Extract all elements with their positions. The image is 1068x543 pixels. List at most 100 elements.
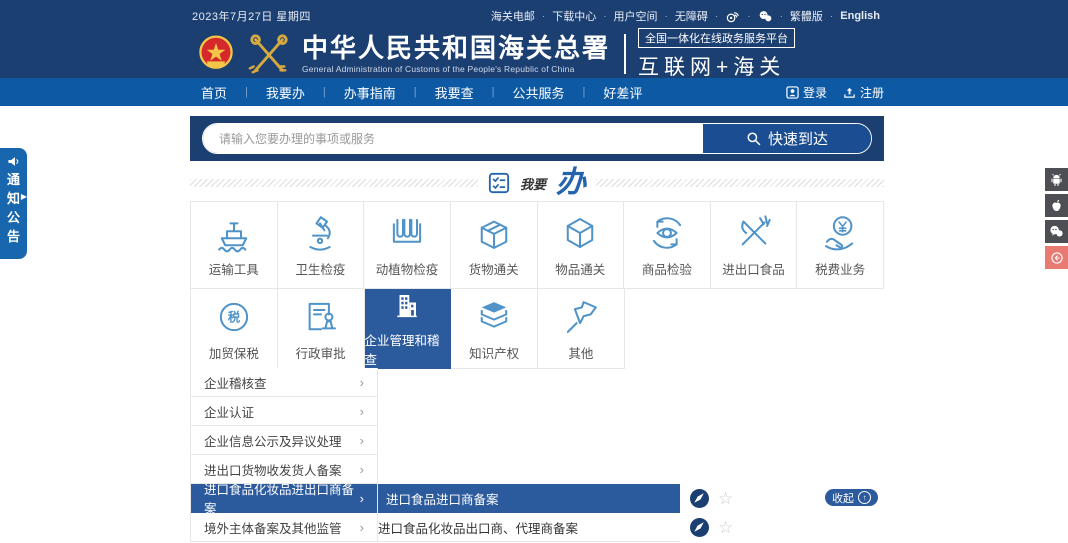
utensils-icon bbox=[740, 215, 771, 246]
quick-search-button[interactable]: 快速到达 bbox=[703, 124, 871, 153]
wechat-icon[interactable] bbox=[758, 9, 773, 24]
collapse-up-icon: ↑ bbox=[858, 491, 871, 504]
building-icon bbox=[397, 295, 418, 318]
title-divider bbox=[624, 34, 627, 74]
submenu-enterprise-info-disclosure[interactable]: 企业信息公示及异议处理 › bbox=[191, 426, 377, 455]
nav-i-want-to-apply[interactable]: 我要办 bbox=[262, 83, 309, 102]
notice-announcement-tab[interactable]: 通知公告 ▶ bbox=[0, 148, 27, 259]
apple-icon bbox=[1052, 199, 1061, 211]
back-icon bbox=[1050, 251, 1063, 264]
inspection-eye-icon bbox=[652, 217, 682, 249]
service-row: 进口食品进口商备案 ☆ bbox=[378, 484, 884, 513]
chevron-right-icon: › bbox=[359, 432, 364, 448]
pin-icon bbox=[566, 300, 597, 333]
test-tubes-icon bbox=[392, 218, 422, 243]
category-processing-trade[interactable]: 税 加贸保税 bbox=[190, 289, 278, 369]
section-heading: 我要 办 bbox=[190, 166, 885, 199]
main-nav: 首页 | 我要办 | 办事指南 | 我要查 | 公共服务 | 好差评 登录 注册 bbox=[0, 78, 1068, 106]
hatch-line-left bbox=[190, 179, 478, 187]
submenu-overseas-entity-filing[interactable]: 境外主体备案及其他监管 › bbox=[191, 513, 377, 542]
section-title-main: 办 bbox=[556, 166, 587, 199]
nav-home[interactable]: 首页 bbox=[197, 83, 231, 102]
brand-row: 中华人民共和国海关总署 General Administration of Cu… bbox=[0, 27, 1068, 81]
category-commodity-inspection[interactable]: 商品检验 bbox=[624, 201, 711, 289]
collapse-sidebar-button[interactable] bbox=[1045, 246, 1068, 269]
search-pill: 快速到达 bbox=[202, 123, 872, 154]
section-title-prefix: 我要 bbox=[520, 176, 547, 192]
approval-doc-icon bbox=[308, 302, 336, 330]
category-cargo-clearance[interactable]: 货物通关 bbox=[450, 201, 538, 289]
category-articles-clearance[interactable]: 物品通关 bbox=[537, 201, 625, 289]
nav-rating[interactable]: 好差评 bbox=[599, 83, 646, 102]
category-import-export-food[interactable]: 进出口食品 bbox=[710, 201, 798, 289]
link-accessibility[interactable]: 无障碍 bbox=[675, 8, 708, 24]
chevron-right-icon: › bbox=[359, 461, 364, 477]
search-icon bbox=[747, 132, 761, 146]
submenu-food-cosmetics-trader-filing[interactable]: 进口食品化妆品进出口商备案 › bbox=[191, 483, 377, 516]
category-animal-plant-quarantine[interactable]: 动植物检疫 bbox=[364, 201, 451, 289]
customs-portal-page: 2023年7月27日 星期四 海关电邮 · 下载中心 · 用户空间 · 无障碍 · · … bbox=[0, 0, 1068, 543]
register-icon bbox=[844, 87, 855, 98]
android-icon bbox=[1051, 173, 1062, 186]
enterprise-submenu: 企业稽核查 › 企业认证 › 企业信息公示及异议处理 › 进出口货物收发货人备案 › 进… bbox=[190, 368, 378, 542]
tax-hand-icon bbox=[825, 216, 854, 251]
star-icon[interactable]: ☆ bbox=[718, 519, 733, 536]
link-customs-email[interactable]: 海关电邮 bbox=[491, 8, 535, 24]
compass-icon[interactable] bbox=[690, 518, 709, 537]
wechat-public-button[interactable] bbox=[1045, 220, 1068, 243]
submenu-enterprise-certification[interactable]: 企业认证 › bbox=[191, 397, 377, 426]
category-transport[interactable]: 运输工具 bbox=[190, 201, 278, 289]
category-health-quarantine[interactable]: 卫生检疫 bbox=[277, 201, 365, 289]
category-other[interactable]: 其他 bbox=[538, 289, 625, 369]
chevron-right-icon: › bbox=[359, 403, 364, 419]
hatch-line-right bbox=[596, 179, 885, 187]
category-intellectual-property[interactable]: 知识产权 bbox=[451, 289, 538, 369]
utility-bar: 2023年7月27日 星期四 海关电邮 · 下载中心 · 用户空间 · 无障碍 · · … bbox=[192, 8, 880, 24]
checklist-icon bbox=[488, 172, 510, 194]
category-grid: 运输工具 卫生检疫 动植物检疫 货物通关 物品通关 商品检验 进出口食品 税费业… bbox=[190, 201, 884, 369]
android-app-button[interactable] bbox=[1045, 168, 1068, 191]
speaker-icon bbox=[8, 157, 19, 166]
submenu-enterprise-audit[interactable]: 企业稽核查 › bbox=[191, 368, 377, 397]
login-button[interactable]: 登录 bbox=[786, 84, 827, 101]
collapse-button[interactable]: 收起 ↑ bbox=[825, 489, 878, 506]
login-icon bbox=[786, 85, 799, 99]
nav-service-guide[interactable]: 办事指南 bbox=[340, 83, 400, 102]
link-english[interactable]: English bbox=[840, 10, 880, 22]
svg-text:税: 税 bbox=[228, 309, 241, 324]
site-title-cn: 中华人民共和国海关总署 bbox=[302, 32, 611, 63]
current-date: 2023年7月27日 星期四 bbox=[192, 11, 311, 23]
package-icon bbox=[480, 220, 507, 249]
search-input[interactable] bbox=[203, 124, 703, 153]
nav-i-want-to-query[interactable]: 我要查 bbox=[431, 83, 478, 102]
chevron-right-icon: › bbox=[359, 374, 364, 390]
service-import-food-importer-filing[interactable]: 进口食品进口商备案 bbox=[378, 484, 680, 513]
register-button[interactable]: 注册 bbox=[843, 84, 884, 101]
star-icon[interactable]: ☆ bbox=[718, 490, 733, 507]
link-download-center[interactable]: 下载中心 bbox=[552, 8, 596, 24]
compass-icon[interactable] bbox=[690, 489, 709, 508]
service-row: 进口食品化妆品出口商、代理商备案 ☆ bbox=[378, 513, 884, 542]
service-list: 进口食品进口商备案 ☆ 进口食品化妆品出口商、代理商备案 ☆ bbox=[378, 484, 884, 542]
ios-app-button[interactable] bbox=[1045, 194, 1068, 217]
national-emblem bbox=[194, 32, 238, 76]
nav-public-services[interactable]: 公共服务 bbox=[509, 83, 569, 102]
link-user-space[interactable]: 用户空间 bbox=[614, 8, 658, 24]
service-food-cosmetics-exporter-agent-filing[interactable]: 进口食品化妆品出口商、代理商备案 bbox=[378, 513, 680, 542]
chevron-right-icon: › bbox=[359, 490, 364, 506]
search-band: 快速到达 bbox=[190, 116, 884, 161]
weibo-icon[interactable] bbox=[725, 9, 740, 24]
cube-icon bbox=[567, 217, 594, 249]
category-tax-business[interactable]: 税费业务 bbox=[797, 201, 884, 289]
tax-circle-icon: 税 bbox=[219, 302, 249, 331]
category-enterprise-management[interactable]: 企业管理和稽查 bbox=[364, 289, 452, 369]
site-title-en: General Administration of Customs of the… bbox=[302, 63, 575, 74]
platform-block: 全国一体化在线政务服务平台 互联网+海关 bbox=[638, 27, 796, 81]
chevron-right-icon: › bbox=[359, 519, 364, 535]
crossed-keys-icon bbox=[246, 32, 292, 76]
link-traditional-chinese[interactable]: 繁體版 bbox=[790, 8, 823, 24]
books-icon bbox=[480, 301, 508, 328]
category-administrative-approval[interactable]: 行政审批 bbox=[277, 289, 365, 369]
site-title: 中华人民共和国海关总署 General Administration of Cu… bbox=[302, 35, 610, 74]
notice-tab-label: 通知公告 bbox=[6, 172, 20, 244]
